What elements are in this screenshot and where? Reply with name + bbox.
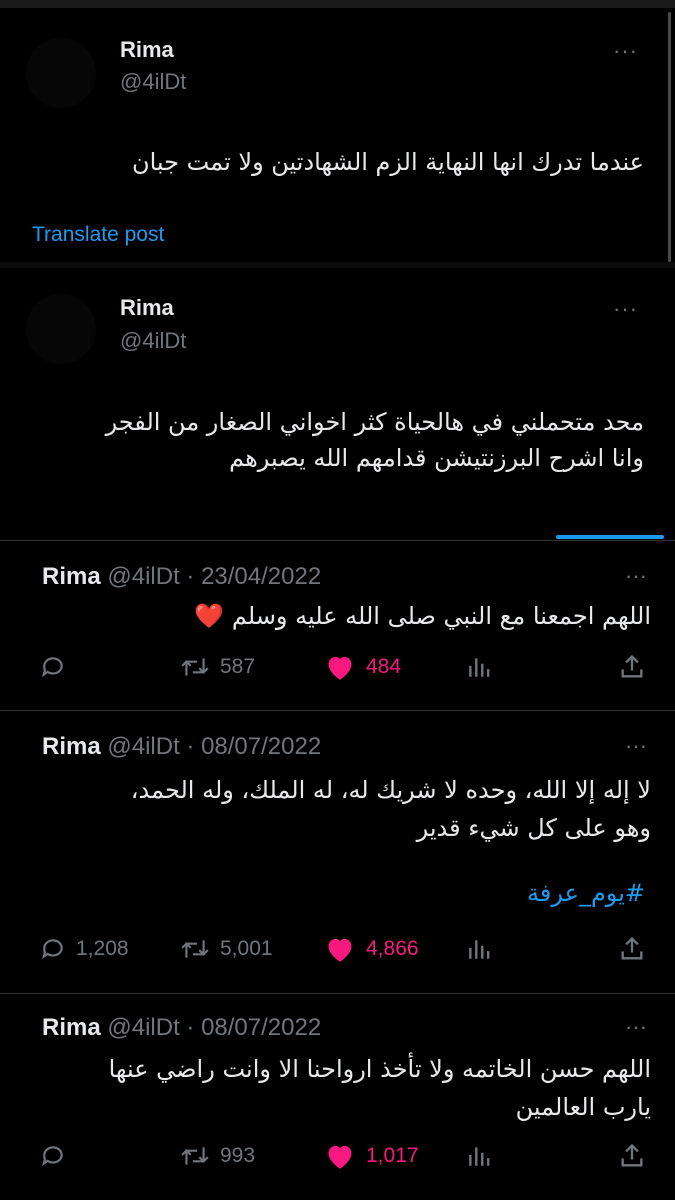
- retweet-icon: [181, 940, 209, 958]
- views-icon: [469, 1147, 490, 1166]
- more-options-icon[interactable]: ···: [613, 38, 638, 64]
- share-button[interactable]: [618, 929, 646, 969]
- post-card[interactable]: Rima @4ilDt ··· محد متحملني في هالحياة ك…: [0, 268, 672, 538]
- heart-icon: [328, 656, 352, 680]
- retweet-count: 993: [220, 1144, 256, 1167]
- tweet-text: لا إله إلا الله، وحده لا شريك له، له الم…: [30, 771, 651, 847]
- like-button[interactable]: 4,866: [324, 929, 419, 969]
- tweet-text: اللهم اجمعنا مع النبي صلى الله عليه وسلم…: [194, 602, 651, 630]
- tweet[interactable]: Rima @4ilDt · 08/07/2022 ··· اللهم حسن ا…: [0, 994, 675, 1200]
- retweet-button[interactable]: 5,001: [180, 929, 273, 969]
- more-options-icon[interactable]: ···: [613, 296, 638, 322]
- tweet-text-line: اللهم حسن الخاتمه ولا تأخذ ارواحنا الا و…: [108, 1055, 651, 1083]
- page-indicator: [556, 535, 664, 539]
- more-options-icon[interactable]: ···: [625, 1014, 647, 1040]
- avatar[interactable]: [26, 294, 96, 364]
- views-button[interactable]: [466, 929, 492, 969]
- reply-icon: [42, 1146, 63, 1167]
- timeline: Rima @4ilDt ··· عندما تدرك انها النهاية …: [0, 0, 675, 1200]
- avatar[interactable]: [26, 38, 96, 108]
- tweet-actions: 993 1,017: [40, 1136, 651, 1176]
- views-icon: [469, 658, 490, 677]
- reply-icon: [42, 657, 63, 678]
- author-name[interactable]: Rima: [42, 733, 101, 760]
- retweet-icon: [181, 1147, 209, 1165]
- tweet-header: Rima @4ilDt · 08/07/2022: [42, 1014, 321, 1042]
- retweet-button[interactable]: 587: [180, 647, 255, 687]
- reply-count: 1,208: [76, 937, 129, 960]
- retweet-icon: [181, 658, 209, 676]
- like-count: 484: [366, 655, 402, 678]
- tweet-actions: 1,208 5,001 4,866: [40, 929, 651, 969]
- share-icon: [621, 1143, 643, 1167]
- tweet-actions: 587 484: [40, 647, 651, 687]
- tweet[interactable]: Rima @4ilDt · 08/07/2022 ··· لا إله إلا …: [0, 711, 675, 993]
- post-text-line: محد متحملني في هالحياة كثر اخواني الصغار…: [105, 408, 644, 436]
- heart-icon: [328, 938, 352, 962]
- views-button[interactable]: [466, 647, 492, 687]
- share-icon: [621, 654, 643, 678]
- tweet-text-line: لا إله إلا الله، وحده لا شريك له، له الم…: [130, 776, 651, 804]
- author-name[interactable]: Rima: [120, 295, 174, 321]
- reply-button[interactable]: [40, 1136, 76, 1176]
- retweet-button[interactable]: 993: [180, 1136, 255, 1176]
- top-border: [0, 0, 675, 8]
- author-name[interactable]: Rima: [42, 1014, 101, 1041]
- tweet-text: اللهم حسن الخاتمه ولا تأخذ ارواحنا الا و…: [30, 1050, 651, 1126]
- share-button[interactable]: [618, 1136, 646, 1176]
- heart-icon: [328, 1145, 352, 1169]
- author-name[interactable]: Rima: [42, 563, 101, 590]
- tweet-header: Rima @4ilDt · 23/04/2022: [42, 563, 321, 591]
- scrollbar[interactable]: [668, 12, 671, 262]
- views-icon: [469, 940, 490, 959]
- tweet-text-line: يارب العالمين: [515, 1093, 651, 1121]
- author-handle[interactable]: @4ilDt: [120, 328, 186, 354]
- share-icon: [621, 936, 643, 960]
- author-name[interactable]: Rima: [120, 37, 174, 63]
- reply-icon: [42, 939, 63, 960]
- reply-button[interactable]: 1,208: [40, 929, 129, 969]
- post-card[interactable]: Rima @4ilDt ··· عندما تدرك انها النهاية …: [0, 8, 672, 262]
- author-handle[interactable]: @4ilDt: [120, 69, 186, 95]
- tweet-header: Rima @4ilDt · 08/07/2022: [42, 733, 321, 761]
- retweet-count: 5,001: [220, 937, 273, 960]
- tweet[interactable]: Rima @4ilDt · 23/04/2022 ··· اللهم اجمعن…: [0, 541, 675, 711]
- more-options-icon[interactable]: ···: [625, 733, 647, 759]
- views-button[interactable]: [466, 1136, 492, 1176]
- share-button[interactable]: [618, 647, 646, 687]
- handle-and-date[interactable]: @4ilDt · 23/04/2022: [107, 563, 321, 590]
- hashtag-link[interactable]: #يوم_عرفة: [527, 879, 645, 907]
- post-text: محد متحملني في هالحياة كثر اخواني الصغار…: [30, 404, 644, 476]
- post-text: عندما تدرك انها النهاية الزم الشهادتين و…: [131, 148, 644, 176]
- handle-and-date[interactable]: @4ilDt · 08/07/2022: [107, 733, 321, 760]
- post-text-line: وانا اشرح البرزنتيشن قدامهم الله يصبرهم: [229, 444, 644, 472]
- like-count: 4,866: [366, 937, 419, 960]
- reply-button[interactable]: [40, 647, 76, 687]
- tweet-text-line: وهو على كل شيء قدير: [416, 814, 651, 842]
- more-options-icon[interactable]: ···: [625, 563, 647, 589]
- like-button[interactable]: 484: [324, 647, 401, 687]
- retweet-count: 587: [220, 655, 256, 678]
- translate-post-link[interactable]: Translate post: [32, 223, 164, 247]
- like-button[interactable]: 1,017: [324, 1136, 419, 1176]
- like-count: 1,017: [366, 1144, 419, 1167]
- handle-and-date[interactable]: @4ilDt · 08/07/2022: [107, 1014, 321, 1041]
